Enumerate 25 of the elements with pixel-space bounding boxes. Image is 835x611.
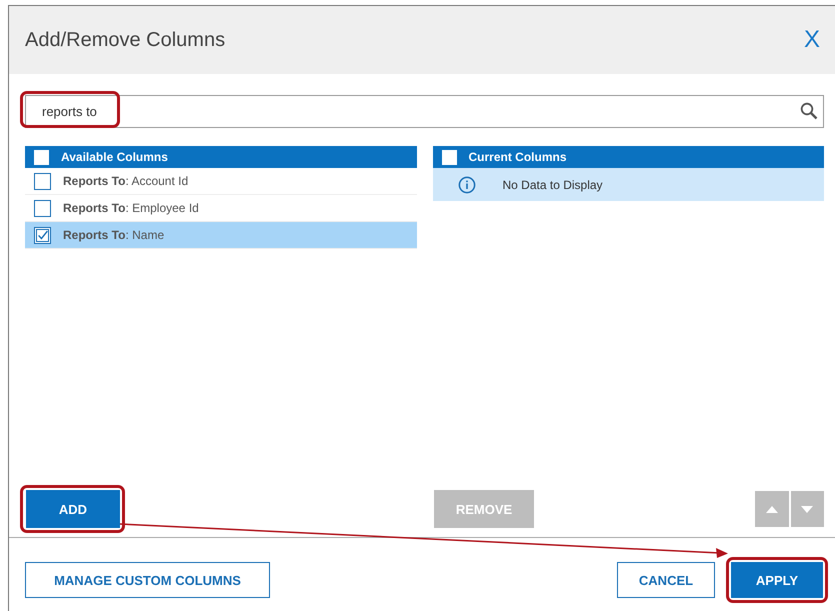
search-icon (800, 102, 818, 120)
list-item[interactable]: Reports To: Account Id (25, 168, 416, 195)
footer-button[interactable]: CANCEL (617, 562, 715, 598)
footer-button[interactable]: APPLY (731, 562, 823, 598)
dialog-title: Add/Remove Columns (25, 28, 226, 52)
item-label: Reports To: Employee Id (63, 201, 199, 215)
item-label: Reports To: Account Id (63, 174, 188, 188)
item-label: Reports To: Name (63, 228, 164, 242)
header-label: Current Columns (468, 150, 567, 164)
search-field[interactable]: reports to (25, 95, 824, 128)
checkbox[interactable] (34, 200, 51, 216)
checkbox[interactable] (34, 150, 49, 164)
empty-message: No Data to Display (502, 178, 603, 192)
footer-button[interactable]: MANAGE CUSTOM COLUMNS (25, 562, 270, 598)
info-icon (458, 176, 476, 194)
header-label: Available Columns (61, 150, 168, 164)
caret-down-icon (801, 506, 814, 512)
checkmark-icon (36, 228, 50, 242)
checkbox[interactable] (442, 150, 456, 164)
checkbox[interactable] (34, 172, 51, 190)
caret-up-icon (766, 506, 778, 512)
list-item[interactable]: Reports To: Name (25, 222, 416, 249)
checkbox[interactable] (34, 226, 51, 244)
add-button[interactable]: ADD (26, 490, 120, 528)
close-button[interactable]: X (804, 26, 820, 54)
